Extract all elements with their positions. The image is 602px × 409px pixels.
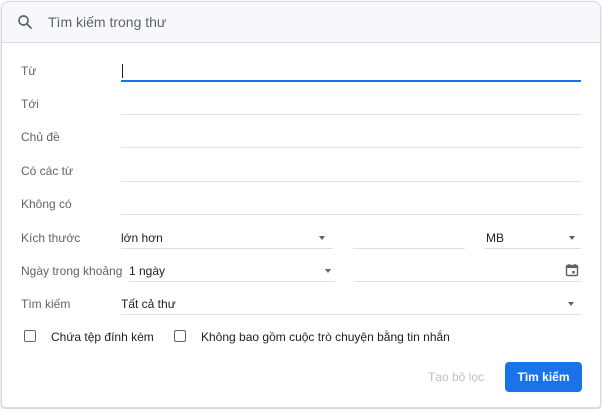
size-operator-select[interactable]: lớn hơn <box>121 227 333 249</box>
from-row: Từ <box>2 60 600 84</box>
search-bar[interactable]: Tìm kiếm trong thư <box>2 2 600 43</box>
advanced-search-panel: Tìm kiếm trong thư Từ Tới Chủ đề Có các … <box>1 1 601 408</box>
search-input[interactable]: Tìm kiếm trong thư <box>48 14 166 30</box>
doesnt-have-input[interactable] <box>121 193 581 215</box>
has-attachment-checkbox[interactable] <box>24 330 36 342</box>
search-in-row: Tìm kiếm Tất cả thư <box>2 293 600 317</box>
to-label: Tới <box>21 97 39 111</box>
exclude-chats-checkbox[interactable] <box>174 330 186 342</box>
has-attachment-label[interactable]: Chứa tệp đính kèm <box>51 330 154 344</box>
size-label: Kích thước <box>21 231 81 245</box>
search-button[interactable]: Tìm kiếm <box>505 362 582 392</box>
doesnt-have-row: Không có <box>2 193 600 217</box>
from-label: Từ <box>21 64 37 78</box>
search-icon[interactable] <box>16 13 34 31</box>
has-words-row: Có các từ <box>2 160 600 184</box>
date-label: Ngày trong khoảng <box>21 264 123 278</box>
has-words-input[interactable] <box>121 160 581 182</box>
subject-label: Chủ đề <box>21 130 60 144</box>
has-words-label: Có các từ <box>21 164 74 178</box>
size-unit-value: MB <box>486 231 504 245</box>
create-filter-button[interactable]: Tạo bộ lọc <box>416 362 496 392</box>
exclude-chats-label[interactable]: Không bao gồm cuộc trò chuyện bằng tin n… <box>201 330 450 344</box>
text-cursor <box>122 64 123 78</box>
date-input[interactable] <box>354 260 581 282</box>
size-operator-value: lớn hơn <box>121 231 163 245</box>
subject-row: Chủ đề <box>2 126 600 150</box>
search-in-value: Tất cả thư <box>121 297 176 311</box>
subject-input[interactable] <box>121 126 581 148</box>
calendar-icon[interactable] <box>565 263 579 277</box>
doesnt-have-label: Không có <box>21 197 72 211</box>
date-range-value: 1 ngày <box>129 264 166 278</box>
dropdown-caret-icon <box>569 236 575 240</box>
size-value-input[interactable] <box>353 227 465 249</box>
to-row: Tới <box>2 93 600 117</box>
to-input[interactable] <box>121 93 581 115</box>
from-input[interactable] <box>121 60 581 82</box>
dropdown-caret-icon <box>325 269 331 273</box>
date-range-select[interactable]: 1 ngày <box>129 260 335 282</box>
size-unit-select[interactable]: MB <box>484 227 581 249</box>
dropdown-caret-icon <box>568 302 574 306</box>
date-row: Ngày trong khoảng 1 ngày <box>2 260 600 284</box>
search-in-select[interactable]: Tất cả thư <box>121 293 581 315</box>
search-in-label: Tìm kiếm <box>21 297 71 311</box>
size-row: Kích thước lớn hơn MB <box>2 227 600 251</box>
dropdown-caret-icon <box>319 236 325 240</box>
